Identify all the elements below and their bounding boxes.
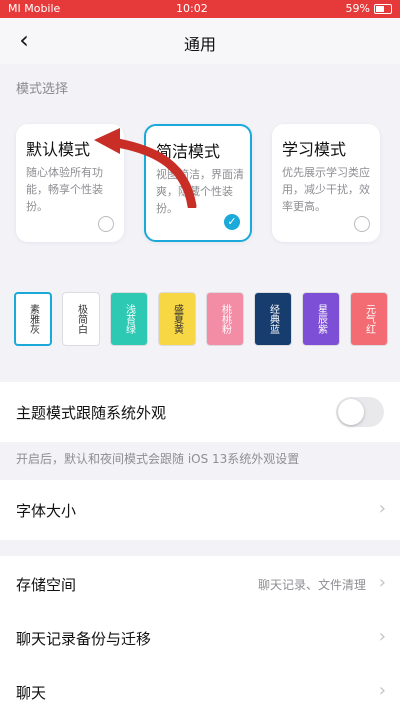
mode-card-desc: 优先展示学习类应用，减少干扰，效率更高。 [282, 166, 370, 213]
checkmark-icon[interactable]: ✓ [224, 214, 240, 230]
theme-swatch[interactable]: 元气红 [350, 292, 388, 346]
status-bar: MI Mobile 10:02 59% [0, 0, 400, 18]
theme-swatch[interactable]: 星辰紫 [302, 292, 340, 346]
chevron-right-icon: › [378, 498, 386, 519]
page-title: 通用 [183, 35, 216, 54]
battery-icon [374, 4, 392, 14]
toggle-knob [338, 399, 364, 425]
follow-system-hint: 开启后，默认和夜间模式会跟随 iOS 13系统外观设置 [16, 452, 300, 466]
follow-system-toggle[interactable] [336, 397, 384, 427]
annotation-arrow-icon [94, 128, 197, 208]
font-size-row[interactable]: 字体大小 › [0, 480, 400, 540]
chat-label: 聊天 [16, 684, 47, 702]
settings-group: 存储空间 聊天记录、文件清理 › 聊天记录备份与迁移 › 聊天 › [0, 556, 400, 712]
carrier-label: MI Mobile [8, 2, 61, 15]
font-size-label: 字体大小 [16, 502, 77, 520]
theme-swatch[interactable]: 极简白 [62, 292, 100, 346]
radio-unselected-icon[interactable] [98, 216, 114, 232]
chevron-right-icon: › [378, 572, 386, 593]
chevron-right-icon: › [378, 626, 386, 647]
radio-unselected-icon[interactable] [354, 216, 370, 232]
follow-system-label: 主题模式跟随系统外观 [16, 404, 167, 422]
time-label: 10:02 [176, 2, 208, 15]
mode-section-label: 模式选择 [16, 82, 69, 97]
battery-label: 59% [345, 2, 370, 15]
theme-swatch[interactable]: 浅苔绿 [110, 292, 148, 346]
chat-row[interactable]: 聊天 › [0, 666, 400, 712]
chevron-right-icon: › [378, 680, 386, 701]
theme-swatch-row: 素雅灰 极简白 浅苔绿 盛夏黄 桃桃粉 经典蓝 星辰紫 元气红 [14, 292, 400, 348]
follow-system-group: 主题模式跟随系统外观 [0, 382, 400, 442]
theme-swatch[interactable]: 盛夏黄 [158, 292, 196, 346]
theme-swatch[interactable]: 经典蓝 [254, 292, 292, 346]
font-size-group: 字体大小 › [0, 480, 400, 540]
storage-label: 存储空间 [16, 576, 77, 594]
theme-swatch[interactable]: 桃桃粉 [206, 292, 244, 346]
backup-row[interactable]: 聊天记录备份与迁移 › [0, 610, 400, 662]
theme-swatch[interactable]: 素雅灰 [14, 292, 52, 346]
storage-row[interactable]: 存储空间 聊天记录、文件清理 › [0, 556, 400, 608]
follow-system-row: 主题模式跟随系统外观 [0, 382, 400, 442]
backup-label: 聊天记录备份与迁移 [16, 630, 152, 648]
mode-card-title: 学习模式 [282, 140, 347, 159]
nav-bar: ‹ 通用 [0, 18, 400, 64]
mode-card-title: 默认模式 [26, 140, 91, 159]
storage-detail: 聊天记录、文件清理 [257, 578, 366, 592]
mode-card-learning[interactable]: 学习模式 优先展示学习类应用，减少干扰，效率更高。 [272, 124, 380, 242]
